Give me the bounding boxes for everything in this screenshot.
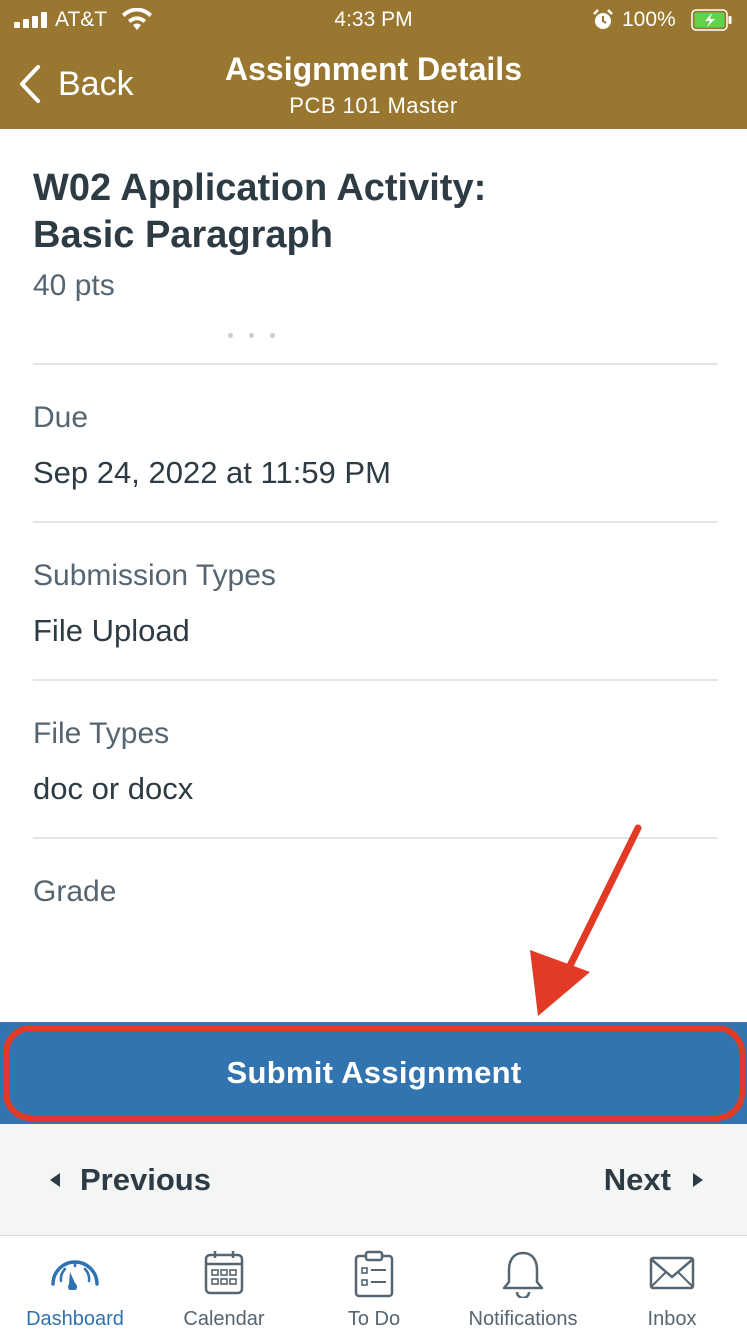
submit-assignment-button[interactable]: Submit Assignment (3, 1025, 745, 1121)
tab-inbox[interactable]: Inbox (597, 1236, 747, 1334)
assignment-details: W02 Application Activity: Basic Paragrap… (33, 129, 718, 997)
previous-button[interactable]: Previous (50, 1162, 211, 1198)
bell-icon (502, 1251, 544, 1298)
status-bar: AT&T 4:33 PM 100% (0, 0, 747, 42)
pager: Previous Next (0, 1124, 747, 1235)
assignment-points: 40 pts (33, 269, 115, 302)
navigation-bar: Back Assignment Details PCB 101 Master (0, 42, 747, 129)
tab-bar: Dashboard Calendar To Do Notifications I… (0, 1235, 747, 1334)
dashboard-gauge-icon (51, 1260, 99, 1290)
tab-label: Inbox (647, 1308, 697, 1330)
caret-right-icon (693, 1173, 703, 1187)
alarm-icon (593, 9, 613, 29)
app-header: AT&T 4:33 PM 100% Back Assignment Detail… (0, 0, 747, 129)
envelope-icon (649, 1256, 695, 1290)
calendar-icon (204, 1251, 244, 1295)
assignment-title-line2: Basic Paragraph (33, 214, 333, 256)
course-name: PCB 101 Master (289, 93, 458, 118)
tab-label: Notifications (468, 1308, 578, 1330)
page-title: Assignment Details (225, 51, 522, 87)
due-value: Sep 24, 2022 at 11:59 PM (33, 455, 391, 490)
tab-label: Calendar (183, 1308, 265, 1330)
next-label: Next (603, 1162, 671, 1197)
assignment-title: W02 Application Activity: Basic Paragrap… (33, 165, 718, 259)
submission-types-section: Submission Types File Upload (33, 523, 718, 681)
file-types-section: File Types doc or docx (33, 681, 718, 839)
tab-dashboard[interactable]: Dashboard (0, 1236, 150, 1334)
battery-charging-icon (691, 9, 732, 31)
previous-label: Previous (80, 1162, 211, 1197)
caret-left-icon (50, 1173, 60, 1187)
file-types-label: File Types (33, 717, 170, 750)
tab-calendar[interactable]: Calendar (149, 1236, 299, 1334)
battery-percent: 100% (622, 8, 676, 31)
tab-notifications[interactable]: Notifications (448, 1236, 598, 1334)
file-types-value: doc or docx (33, 771, 194, 806)
assignment-title-line1: W02 Application Activity: (33, 167, 487, 209)
submission-types-value: File Upload (33, 613, 190, 648)
next-button[interactable]: Next (604, 1162, 703, 1198)
loading-dots (33, 325, 718, 345)
due-section: Due Sep 24, 2022 at 11:59 PM (33, 365, 718, 523)
tab-todo[interactable]: To Do (299, 1236, 449, 1334)
submission-types-label: Submission Types (33, 559, 276, 592)
clipboard-icon (354, 1250, 394, 1298)
tab-label: Dashboard (26, 1308, 124, 1330)
due-label: Due (33, 401, 89, 434)
tab-label: To Do (347, 1308, 401, 1330)
grade-section: Grade (33, 839, 718, 997)
grade-label: Grade (33, 875, 117, 908)
